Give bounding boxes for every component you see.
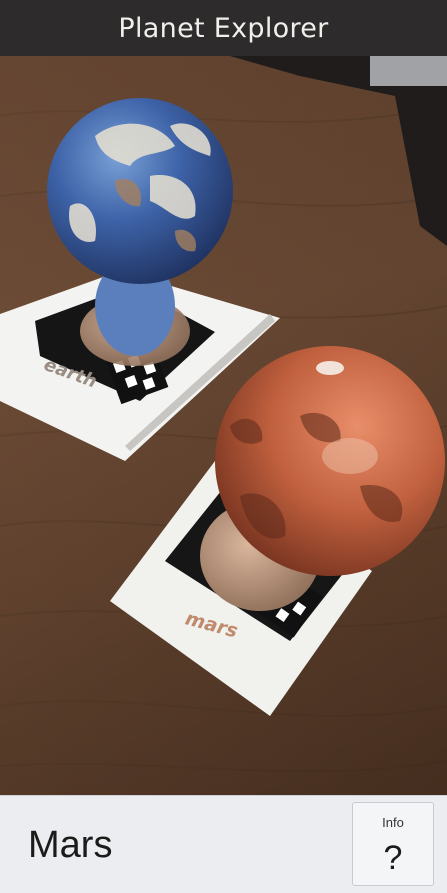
- info-button[interactable]: Info ?: [352, 802, 434, 886]
- app-root: Planet Explorer earth mars Mars Info ?: [0, 0, 447, 893]
- question-mark-icon: ?: [383, 839, 403, 877]
- app-title: Planet Explorer: [118, 12, 329, 44]
- app-header: Planet Explorer: [0, 0, 447, 56]
- planet-info-panel: Mars Info ?: [0, 795, 447, 893]
- ar-scene-graphic: earth mars: [0, 56, 447, 795]
- ar-camera-view[interactable]: earth mars: [0, 56, 447, 795]
- info-button-label: Info: [382, 815, 404, 830]
- selected-planet-name: Mars: [28, 824, 113, 866]
